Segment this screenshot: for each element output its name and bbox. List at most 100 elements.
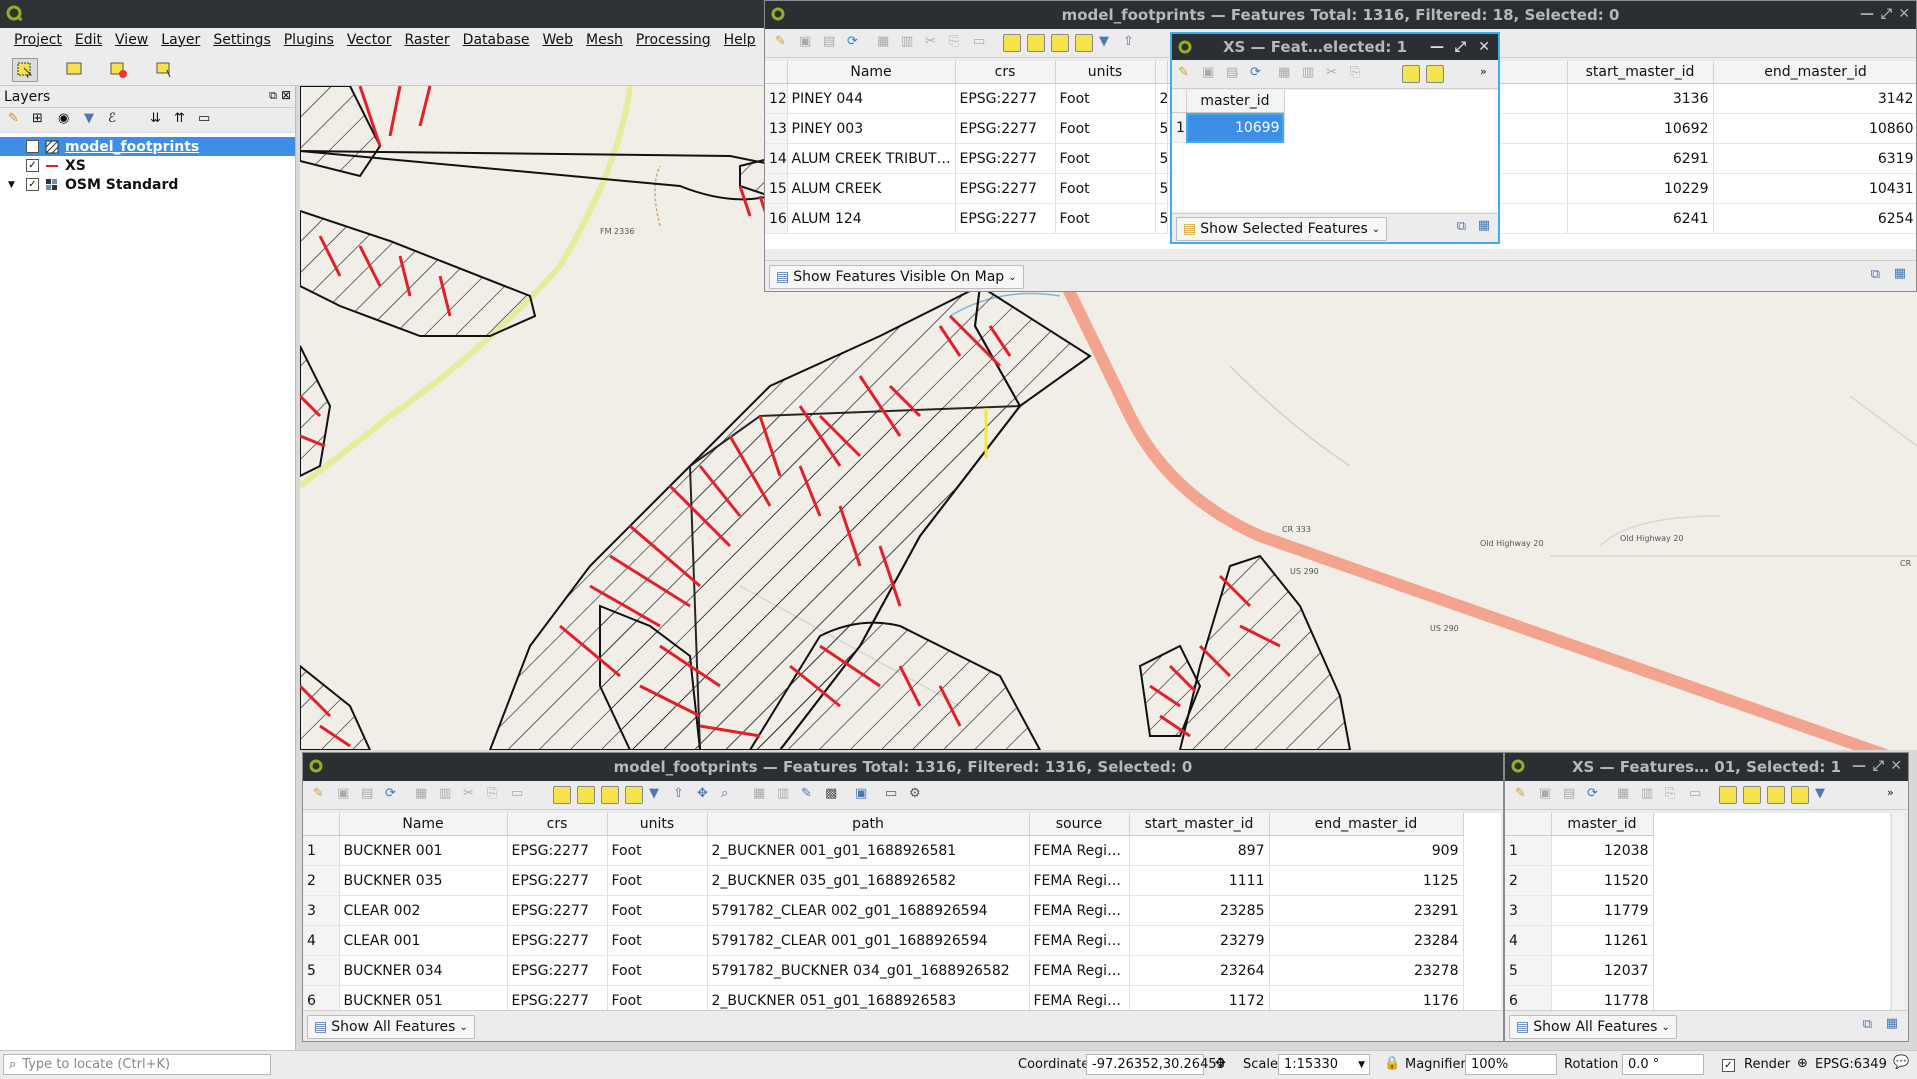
zoom-to-icon[interactable]: ⌕: [721, 786, 737, 802]
table-row[interactable]: 2 11520: [1505, 865, 1654, 896]
close-icon[interactable]: ✕: [1898, 6, 1910, 22]
select-location-icon[interactable]: [152, 58, 176, 80]
cell-c4[interactable]: 2: [1155, 83, 1168, 114]
cell-crs[interactable]: EPSG:2277: [507, 895, 608, 926]
cell-start[interactable]: 3136: [1567, 83, 1714, 114]
save-edits-icon[interactable]: ▤: [1226, 65, 1242, 81]
expression-filter-icon[interactable]: ℰ: [108, 111, 116, 126]
render-checkbox[interactable]: ✓: [1722, 1059, 1735, 1072]
delete-feature-icon[interactable]: ▥: [439, 786, 455, 802]
save-edits-icon[interactable]: ▤: [1563, 786, 1579, 802]
cell-name[interactable]: BUCKNER 035: [339, 865, 508, 896]
cell-n[interactable]: 3: [303, 895, 340, 926]
lock-icon[interactable]: 🔒: [1384, 1056, 1400, 1071]
cell-path[interactable]: 5791782_CLEAR 001_g01_1688926594: [707, 925, 1030, 956]
cell-start[interactable]: 1111: [1129, 865, 1270, 896]
cell-c4[interactable]: 5: [1155, 143, 1168, 174]
filter-icon[interactable]: ▼: [1099, 34, 1115, 50]
save-edits-icon[interactable]: ▤: [361, 786, 377, 802]
table-row[interactable]: 5 BUCKNER 034 EPSG:2277 Foot 5791782_BUCKNER…: [303, 955, 1464, 986]
copy-icon[interactable]: ⎘: [487, 786, 503, 802]
cell-n[interactable]: 15: [765, 173, 788, 204]
messages-icon[interactable]: 💬: [1893, 1055, 1909, 1070]
copy-icon[interactable]: ⎘: [1350, 65, 1366, 81]
column-header[interactable]: units: [607, 813, 708, 836]
cell-name[interactable]: PINEY 044: [787, 83, 956, 114]
cell-end[interactable]: 909: [1269, 835, 1464, 866]
minimize-icon[interactable]: —: [1852, 758, 1866, 774]
show-features-dropdown[interactable]: ▤ Show All Features ⌄: [1509, 1015, 1677, 1039]
layer-row-xs[interactable]: ✓ XS: [0, 156, 295, 175]
cut-icon[interactable]: ✂: [463, 786, 479, 802]
layer-checkbox[interactable]: ✓: [26, 159, 39, 172]
cell-units[interactable]: Foot: [1055, 143, 1156, 174]
cell-name[interactable]: BUCKNER 034: [339, 955, 508, 986]
multi-edit-icon[interactable]: ▣: [1202, 65, 1218, 81]
layer-row-model-footprints[interactable]: ✓ model_footprints: [0, 137, 295, 156]
reload-icon[interactable]: ⟳: [1250, 65, 1266, 81]
table-row[interactable]: 3 11779: [1505, 895, 1654, 926]
attribute-table-window-bottom[interactable]: model_footprints — Features Total: 1316,…: [302, 752, 1504, 1042]
show-features-dropdown[interactable]: ▤ Show All Features ⌄: [307, 1015, 475, 1039]
column-header[interactable]: crs: [955, 61, 1056, 84]
cell-units[interactable]: Foot: [607, 985, 708, 1013]
table-view-icon[interactable]: ▦: [1886, 1016, 1898, 1031]
move-top-icon[interactable]: ⇧: [1123, 34, 1139, 50]
scrollbar[interactable]: [1891, 813, 1904, 1013]
cell-crs[interactable]: EPSG:2277: [507, 985, 608, 1013]
cell-val[interactable]: 12038: [1551, 835, 1654, 866]
expand-all-icon[interactable]: ⇊: [150, 111, 161, 126]
column-header[interactable]: end_master_id: [1713, 61, 1916, 84]
close-panel-icon[interactable]: ⊠: [281, 88, 291, 102]
table-row[interactable]: 3 CLEAR 002 EPSG:2277 Foot 5791782_CLEAR 002…: [303, 895, 1464, 926]
cut-icon[interactable]: ✂: [925, 34, 941, 50]
cell-n[interactable]: 5: [303, 955, 340, 986]
cell-crs[interactable]: EPSG:2277: [955, 173, 1056, 204]
invert-selection-icon[interactable]: [601, 786, 619, 804]
move-top-icon[interactable]: ⇧: [673, 786, 689, 802]
maximize-icon[interactable]: ⤢: [1881, 6, 1892, 22]
reload-icon[interactable]: ⟳: [847, 34, 863, 50]
select-expression-icon[interactable]: [1402, 65, 1420, 83]
cell-name[interactable]: PINEY 003: [787, 113, 956, 144]
cell-n[interactable]: 2: [1505, 865, 1552, 896]
coordinate-field[interactable]: -97.26352,30.26453: [1086, 1054, 1225, 1075]
cell-name[interactable]: ALUM 124: [787, 203, 956, 234]
column-header[interactable]: master_id: [1551, 813, 1654, 836]
cell-start[interactable]: 6291: [1567, 143, 1714, 174]
table-view-icon[interactable]: ▦: [1894, 266, 1906, 281]
table-row[interactable]: 1 10699: [1172, 112, 1285, 143]
menu-item-view[interactable]: View: [109, 32, 155, 48]
column-header[interactable]: [1155, 61, 1168, 84]
visibility-icon[interactable]: ◉: [58, 111, 69, 126]
cell-start[interactable]: 1172: [1129, 985, 1270, 1013]
column-header[interactable]: units: [1055, 61, 1156, 84]
cell-crs[interactable]: EPSG:2277: [507, 955, 608, 986]
cell-n[interactable]: 13: [765, 113, 788, 144]
cell-crs[interactable]: EPSG:2277: [955, 113, 1056, 144]
cell-name[interactable]: CLEAR 002: [339, 895, 508, 926]
column-header[interactable]: end_master_id: [1269, 813, 1464, 836]
cell-val[interactable]: 12037: [1551, 955, 1654, 986]
deselect-all-icon[interactable]: [1075, 34, 1093, 52]
column-header[interactable]: start_master_id: [1567, 61, 1714, 84]
cell-path[interactable]: 2_BUCKNER 035_g01_1688926582: [707, 865, 1030, 896]
locate-input[interactable]: ⌕ Type to locate (Ctrl+K): [3, 1054, 271, 1075]
table-row[interactable]: 2 BUCKNER 035 EPSG:2277 Foot 2_BUCKNER 035_g…: [303, 865, 1464, 896]
cell-n[interactable]: 12: [765, 83, 788, 114]
cell-end[interactable]: 23291: [1269, 895, 1464, 926]
toggle-editing-icon[interactable]: ✎: [313, 786, 329, 802]
cell-end[interactable]: 3142: [1713, 83, 1916, 114]
cell-end[interactable]: 23278: [1269, 955, 1464, 986]
cell-source[interactable]: FEMA Regi…: [1029, 895, 1130, 926]
layer-row-osm[interactable]: ▼ ✓ OSM Standard: [0, 175, 295, 194]
menu-item-vector[interactable]: Vector: [341, 32, 399, 48]
toggle-editing-icon[interactable]: ✎: [1178, 65, 1194, 81]
toggle-editing-icon[interactable]: ✎: [775, 34, 791, 50]
cell-n[interactable]: 2: [303, 865, 340, 896]
table-view-icon[interactable]: ▦: [1478, 218, 1490, 233]
cell-n[interactable]: 5: [1505, 955, 1552, 986]
cell-n[interactable]: 6: [303, 985, 340, 1013]
cut-icon[interactable]: ✂: [1326, 65, 1342, 81]
cell-n[interactable]: 1: [1505, 835, 1552, 866]
